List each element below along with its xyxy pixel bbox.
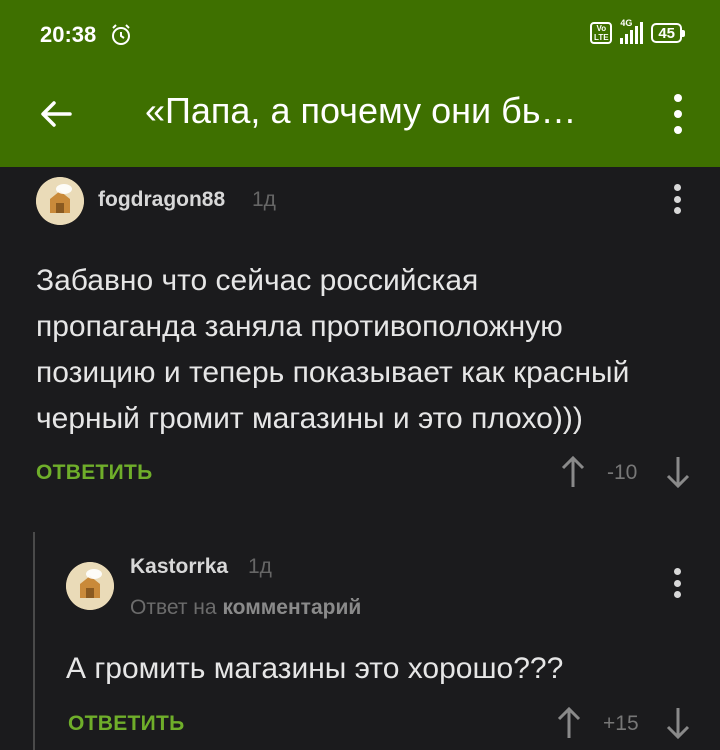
comment-menu-icon[interactable] xyxy=(672,568,682,598)
reply-button[interactable]: ОТВЕТИТЬ xyxy=(36,461,153,485)
comment-rating: -10 xyxy=(607,461,638,484)
reply-to-prefix: Ответ на xyxy=(130,596,217,619)
downvote-arrow-icon[interactable] xyxy=(666,455,690,489)
comment-body: Забавно что сейчас российская пропаганда… xyxy=(36,258,629,442)
upvote-arrow-icon[interactable] xyxy=(557,706,581,740)
comment-rating: +15 xyxy=(603,712,639,735)
volte-icon: Vo LTE xyxy=(590,22,613,44)
comment-line: черный громит магазины и это плохо))) xyxy=(36,402,583,435)
reply-to-label: Ответ на комментарий xyxy=(130,596,361,620)
comment-age: 1д xyxy=(248,555,272,578)
reply-button[interactable]: ОТВЕТИТЬ xyxy=(68,712,185,736)
comment-line: Забавно что сейчас российская xyxy=(36,264,479,297)
comment-body: А громить магазины это хорошо??? xyxy=(66,646,563,692)
avatar-image xyxy=(36,177,84,225)
status-indicators: Vo LTE 4G 45 xyxy=(590,18,685,44)
avatar-image xyxy=(66,562,114,610)
reply-to-link[interactable]: комментарий xyxy=(222,596,361,619)
comment-age: 1д xyxy=(252,188,276,211)
comment-line: позицию и теперь показывает как красный xyxy=(36,356,630,389)
battery-icon: 45 xyxy=(651,23,685,43)
network-type: 4G xyxy=(620,18,633,28)
network-indicator: 4G xyxy=(620,18,644,44)
app-toolbar: «Папа, а почему они бь… xyxy=(0,70,720,167)
avatar[interactable] xyxy=(66,562,114,610)
downvote-arrow-icon[interactable] xyxy=(666,706,690,740)
battery-level: 45 xyxy=(658,25,675,42)
status-time: 20:38 xyxy=(40,22,97,47)
comment-author[interactable]: fogdragon88 xyxy=(98,188,225,212)
comment-menu-icon[interactable] xyxy=(672,184,682,214)
status-bar: 20:38 Vo LTE 4G 45 xyxy=(0,0,720,70)
upvote-arrow-icon[interactable] xyxy=(561,455,585,489)
avatar[interactable] xyxy=(36,177,84,225)
reply-thread-line xyxy=(33,532,35,750)
comment-line: А громить магазины это хорошо??? xyxy=(66,652,564,685)
post-title: «Папа, а почему они бь… xyxy=(145,90,577,131)
back-arrow-icon[interactable] xyxy=(36,94,76,134)
alarm-icon xyxy=(112,24,130,45)
comment-author[interactable]: Kastorrka xyxy=(130,555,228,579)
more-menu-icon[interactable] xyxy=(672,94,684,134)
comment-line: пропаганда заняла противоположную xyxy=(36,310,563,343)
